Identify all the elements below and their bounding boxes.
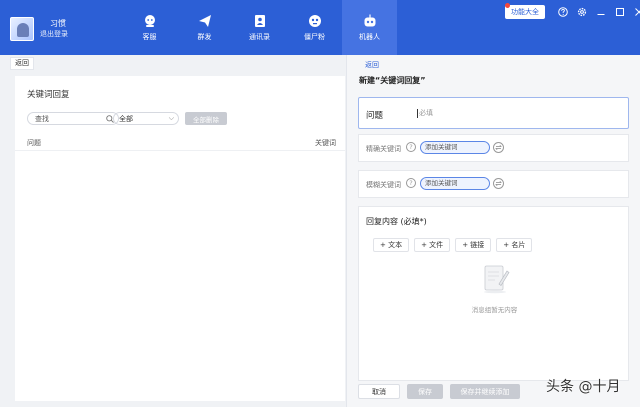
- cancel-button[interactable]: 取消: [358, 384, 400, 399]
- save-button[interactable]: 保存: [407, 384, 443, 399]
- swap-icon[interactable]: [493, 178, 504, 189]
- add-fuzzy-keyword-input[interactable]: 添加关键词: [420, 177, 490, 190]
- nav-tab-label: 客服: [142, 32, 157, 41]
- header-divider: [15, 150, 345, 151]
- filter-select[interactable]: 全部 ⌵: [113, 112, 179, 125]
- nav-tab-label: 通讯录: [249, 32, 270, 41]
- add-text-button[interactable]: + 文本: [373, 238, 410, 252]
- send-plane-icon: [198, 14, 212, 28]
- customer-service-icon: [143, 14, 157, 28]
- gear-icon[interactable]: [575, 5, 589, 19]
- fuzzy-keyword-label: 模糊关键词: [366, 181, 401, 189]
- maximize-icon[interactable]: [613, 5, 627, 19]
- reply-content-title: 回复内容 (必填*): [366, 217, 427, 226]
- back-link[interactable]: 返回: [365, 60, 379, 70]
- logout-link[interactable]: 退出登录: [40, 29, 68, 40]
- new-keyword-reply-panel: 返回 新建“关键词回复” 问题 必填 精确关键词 ? 添加关键词 模糊关键词 ?…: [346, 55, 640, 407]
- nav-tab-customer-service[interactable]: 客服: [122, 0, 177, 55]
- nav-tab-contacts[interactable]: 通讯录: [232, 0, 287, 55]
- add-link-button[interactable]: + 链接: [455, 238, 492, 252]
- feature-list-button[interactable]: 功能大全: [505, 3, 545, 19]
- panel-title: 关键词回复: [27, 90, 70, 100]
- search-placeholder: 查找: [35, 114, 49, 123]
- delete-all-button[interactable]: 全部删除: [185, 112, 227, 125]
- notification-dot: [505, 3, 510, 8]
- add-file-button[interactable]: + 文件: [414, 238, 451, 252]
- nav-tab-label: 僵尸粉: [304, 32, 325, 41]
- nav-tab-label: 机器人: [359, 32, 380, 41]
- question-mark-icon[interactable]: ?: [406, 142, 416, 152]
- zombie-icon: [308, 14, 322, 28]
- chevron-down-icon: ⌵: [168, 114, 174, 122]
- exact-keyword-label: 精确关键词: [366, 145, 401, 153]
- fuzzy-keyword-row: 模糊关键词 ? 添加关键词: [358, 170, 629, 198]
- top-bar: 习惯 退出登录 客服 群发 通讯录 僵尸粉 机器人 功能大全: [0, 0, 640, 55]
- swap-icon[interactable]: [493, 142, 504, 153]
- contacts-icon: [253, 14, 267, 28]
- nav-tab-robot[interactable]: 机器人: [342, 0, 397, 55]
- close-icon[interactable]: [632, 5, 640, 19]
- back-tab[interactable]: 返回: [10, 57, 34, 70]
- watermark-text: 头条 @十月: [546, 379, 621, 395]
- column-header-question: 问题: [27, 139, 41, 147]
- main-nav: 客服 群发 通讯录 僵尸粉 机器人: [122, 0, 397, 55]
- nav-tab-zombie-fans[interactable]: 僵尸粉: [287, 0, 342, 55]
- empty-state-text: 消息组暂无内容: [471, 306, 518, 314]
- reply-content-card: 回复内容 (必填*) + 文本 + 文件 + 链接 + 名片 消息组暂无内容: [358, 206, 629, 381]
- feature-list-label: 功能大全: [511, 8, 539, 16]
- user-name: 习惯: [50, 19, 66, 28]
- column-header-keyword: 关键词: [315, 139, 336, 147]
- keyword-reply-list-panel: 关键词回复 查找 全部 ⌵ 全部删除 问题 关键词: [15, 76, 345, 401]
- save-and-continue-button[interactable]: 保存并继续添加: [450, 384, 520, 399]
- nav-tab-label: 群发: [197, 32, 212, 41]
- question-mark-icon[interactable]: ?: [406, 178, 416, 188]
- help-icon[interactable]: [556, 5, 570, 19]
- reply-add-buttons: + 文本 + 文件 + 链接 + 名片: [373, 238, 537, 252]
- minimize-icon[interactable]: [594, 5, 608, 19]
- user-profile[interactable]: 习惯 退出登录: [10, 17, 68, 41]
- form-actions: 取消 保存 保存并继续添加: [358, 384, 527, 399]
- avatar[interactable]: [10, 17, 34, 41]
- add-exact-keyword-input[interactable]: 添加关键词: [420, 141, 490, 154]
- exact-keyword-row: 精确关键词 ? 添加关键词: [358, 134, 629, 162]
- question-input[interactable]: 必填: [417, 109, 433, 118]
- add-card-button[interactable]: + 名片: [496, 238, 533, 252]
- robot-icon: [363, 14, 377, 28]
- filter-selected-value: 全部: [119, 114, 133, 123]
- question-label: 问题: [366, 111, 384, 121]
- search-input[interactable]: 查找: [27, 112, 119, 125]
- form-title: 新建“关键词回复”: [359, 76, 426, 85]
- window-controls: [556, 5, 640, 19]
- empty-document-icon: [484, 265, 510, 294]
- question-field[interactable]: 问题 必填: [358, 97, 629, 129]
- nav-tab-broadcast[interactable]: 群发: [177, 0, 232, 55]
